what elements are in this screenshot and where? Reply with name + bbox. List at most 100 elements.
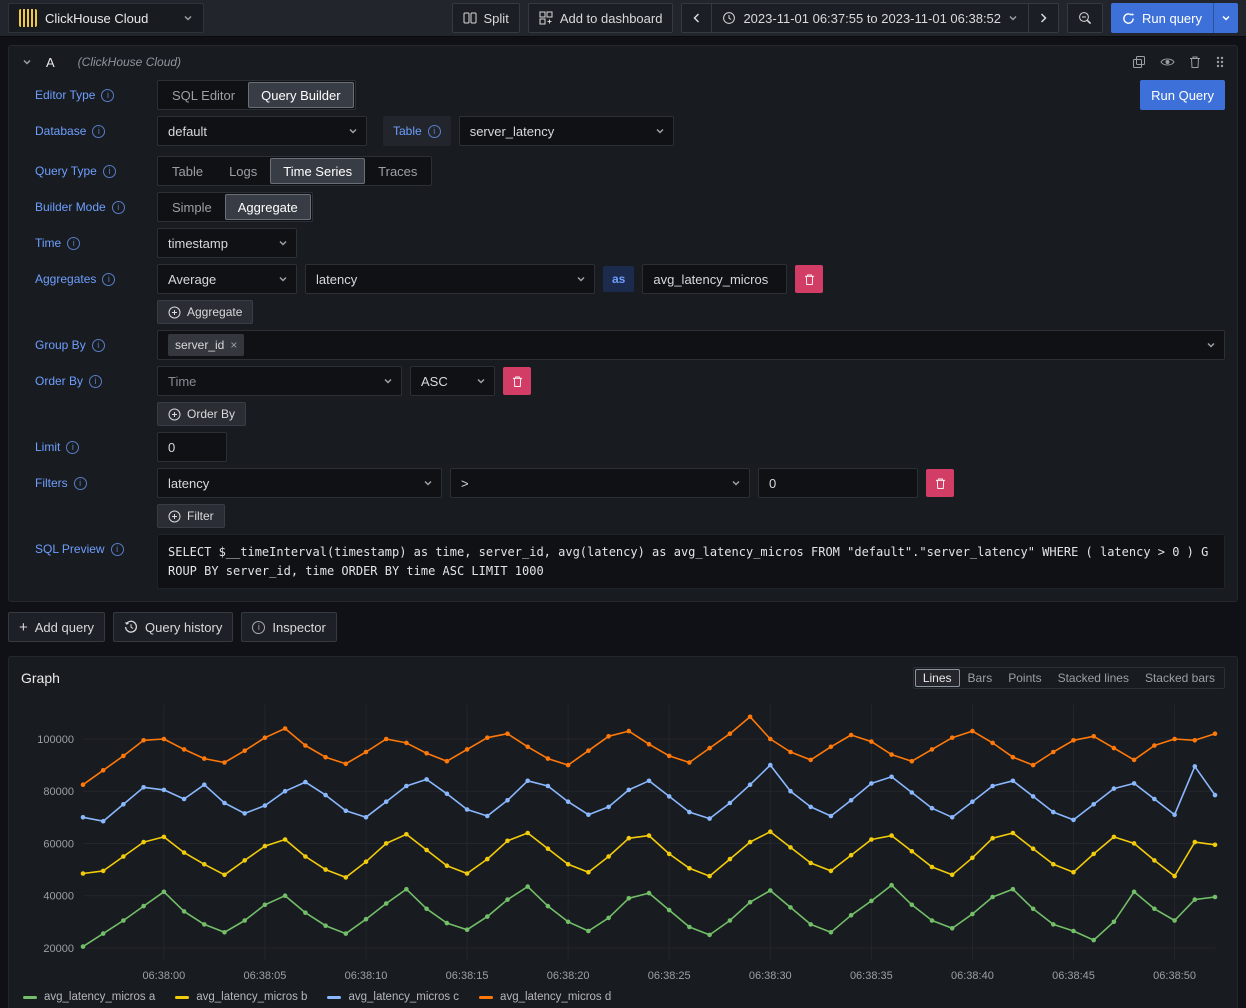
zoom-out-button[interactable]: [1067, 3, 1103, 33]
info-icon[interactable]: i: [101, 89, 114, 102]
svg-text:100000: 100000: [37, 734, 74, 746]
limit-row: Limit i: [35, 432, 1225, 462]
aggregate-function-select[interactable]: Average: [157, 264, 297, 294]
query-type-table[interactable]: Table: [159, 158, 216, 184]
remove-filter-button[interactable]: [926, 469, 954, 497]
svg-text:06:38:05: 06:38:05: [244, 970, 287, 982]
time-range-label: 2023-11-01 06:37:55 to 2023-11-01 06:38:…: [743, 11, 1001, 26]
aggregate-column-select[interactable]: latency: [305, 264, 595, 294]
graph-style-lines[interactable]: Lines: [915, 669, 960, 687]
graph-style-stacked-bars[interactable]: Stacked bars: [1137, 669, 1223, 687]
svg-text:06:38:40: 06:38:40: [951, 970, 994, 982]
limit-input[interactable]: [157, 432, 227, 462]
copy-icon: [1132, 55, 1146, 69]
as-badge: as: [603, 266, 634, 292]
add-aggregate-button[interactable]: Aggregate: [157, 300, 253, 324]
svg-text:06:38:15: 06:38:15: [446, 970, 489, 982]
time-shift-forward-button[interactable]: [1028, 3, 1059, 33]
order-by-field-select[interactable]: Time: [157, 366, 402, 396]
hide-query-button[interactable]: [1160, 56, 1175, 68]
database-select[interactable]: default: [157, 116, 367, 146]
graph-style-stacked-lines[interactable]: Stacked lines: [1050, 669, 1137, 687]
latency-chart[interactable]: 2000040000600008000010000006:38:0006:38:…: [21, 695, 1225, 987]
info-icon[interactable]: i: [92, 339, 105, 352]
legend-item[interactable]: avg_latency_micros c: [327, 991, 459, 1003]
duplicate-query-button[interactable]: [1132, 55, 1146, 69]
info-icon[interactable]: i: [67, 237, 80, 250]
svg-text:06:38:10: 06:38:10: [345, 970, 388, 982]
query-type-label: Query Type i: [35, 164, 157, 178]
datasource-picker[interactable]: ClickHouse Cloud: [8, 3, 204, 33]
query-type-traces[interactable]: Traces: [365, 158, 430, 184]
query-datasource-hint: (ClickHouse Cloud): [78, 55, 181, 69]
inspector-button[interactable]: i Inspector: [241, 612, 336, 642]
query-type-logs[interactable]: Logs: [216, 158, 270, 184]
remove-query-button[interactable]: [1189, 55, 1201, 69]
info-icon[interactable]: i: [102, 273, 115, 286]
info-icon[interactable]: i: [66, 441, 79, 454]
info-icon[interactable]: i: [92, 125, 105, 138]
editor-type-label: Editor Type i: [35, 88, 157, 102]
table-select[interactable]: server_latency: [459, 116, 674, 146]
database-label: Database i: [35, 124, 157, 138]
chevron-down-icon: [576, 274, 586, 284]
chevron-down-icon: [1206, 340, 1216, 350]
panel-run-query-label: Run Query: [1151, 88, 1214, 103]
run-query-split-button[interactable]: Run query: [1111, 3, 1238, 33]
datasource-name: ClickHouse Cloud: [45, 11, 175, 26]
graph-style-bars[interactable]: Bars: [960, 669, 1001, 687]
info-icon[interactable]: i: [74, 477, 87, 490]
query-history-button[interactable]: Query history: [113, 612, 233, 642]
chevron-down-icon: [1008, 13, 1018, 23]
legend-item[interactable]: avg_latency_micros b: [175, 991, 307, 1003]
query-type-time-series[interactable]: Time Series: [270, 158, 365, 184]
group-by-tag-label: server_id: [175, 338, 224, 352]
time-range-button[interactable]: 2023-11-01 06:37:55 to 2023-11-01 06:38:…: [711, 3, 1029, 33]
builder-mode-simple[interactable]: Simple: [159, 194, 225, 220]
filter-operator-select[interactable]: >: [450, 468, 750, 498]
group-by-select[interactable]: server_id ×: [157, 330, 1225, 360]
drag-handle[interactable]: [1215, 55, 1225, 69]
collapse-chevron-icon[interactable]: [21, 56, 33, 68]
run-query-caret[interactable]: [1213, 3, 1238, 33]
editor-type-sql-editor[interactable]: SQL Editor: [159, 82, 248, 108]
split-button[interactable]: Split: [452, 3, 520, 33]
add-order-by-button[interactable]: Order By: [157, 402, 246, 426]
graph-style-points[interactable]: Points: [1000, 669, 1049, 687]
database-value: default: [168, 124, 340, 139]
graph-title: Graph: [21, 670, 60, 686]
time-column-select[interactable]: timestamp: [157, 228, 297, 258]
builder-mode-aggregate[interactable]: Aggregate: [225, 194, 311, 220]
chevron-down-icon: [183, 13, 193, 23]
panel-run-query-button[interactable]: Run Query: [1140, 80, 1225, 110]
group-by-label: Group By i: [35, 338, 157, 352]
legend-item[interactable]: avg_latency_micros a: [23, 991, 155, 1003]
remove-order-by-button[interactable]: [503, 367, 531, 395]
sync-icon: [1122, 12, 1135, 25]
group-by-tag[interactable]: server_id ×: [168, 334, 244, 356]
info-icon[interactable]: i: [103, 165, 116, 178]
builder-mode-toggle: Simple Aggregate: [157, 192, 313, 222]
editor-type-toggle: SQL Editor Query Builder: [157, 80, 356, 110]
info-icon[interactable]: i: [112, 201, 125, 214]
filter-column-select[interactable]: latency: [157, 468, 442, 498]
limit-label: Limit i: [35, 440, 157, 454]
legend-item[interactable]: avg_latency_micros d: [479, 991, 611, 1003]
grip-dots-icon: [1215, 55, 1225, 69]
add-to-dashboard-button[interactable]: Add to dashboard: [528, 3, 674, 33]
remove-aggregate-button[interactable]: [795, 265, 823, 293]
time-shift-back-button[interactable]: [681, 3, 712, 33]
info-icon[interactable]: i: [89, 375, 102, 388]
aggregate-alias-input[interactable]: [642, 264, 787, 294]
split-label: Split: [484, 11, 509, 26]
info-icon[interactable]: i: [111, 543, 124, 556]
add-filter-button[interactable]: Filter: [157, 504, 225, 528]
svg-text:06:38:45: 06:38:45: [1052, 970, 1095, 982]
aggregates-label: Aggregates i: [35, 272, 157, 286]
remove-tag-icon[interactable]: ×: [230, 338, 237, 352]
filter-value-input[interactable]: [758, 468, 918, 498]
editor-type-query-builder[interactable]: Query Builder: [248, 82, 353, 108]
add-query-button[interactable]: + Add query: [8, 612, 105, 642]
info-icon[interactable]: i: [428, 125, 441, 138]
order-by-direction-select[interactable]: ASC: [410, 366, 495, 396]
